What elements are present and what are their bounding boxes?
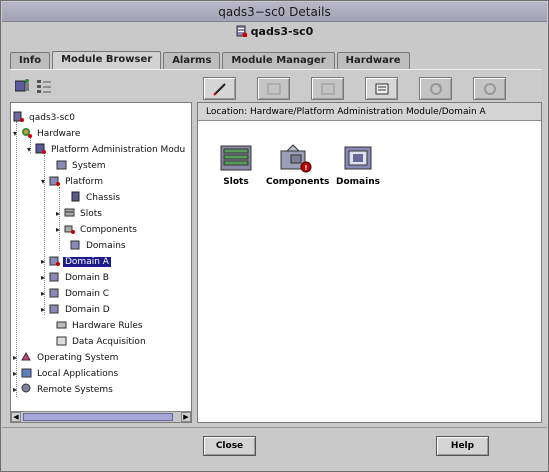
components-icon: ! xyxy=(279,143,313,173)
apps-icon xyxy=(21,367,32,378)
scroll-left-arrow-icon[interactable]: ◀ xyxy=(11,412,21,422)
tree-item-hardware-rules[interactable]: Hardware Rules xyxy=(56,319,145,333)
domains-icon xyxy=(341,143,375,173)
toolbar-button-3[interactable] xyxy=(311,77,344,100)
domain-icon xyxy=(49,303,60,314)
tab-info[interactable]: Info xyxy=(10,52,51,69)
properties-button[interactable] xyxy=(365,77,398,100)
expand-icon[interactable]: ▾ xyxy=(13,127,21,141)
button-bar: Close Help xyxy=(2,427,547,471)
refresh-button[interactable] xyxy=(419,77,452,100)
properties-icon xyxy=(375,83,389,95)
details-window: qads3−sc0 Details qads3-sc0 Info Module … xyxy=(0,0,549,472)
module-tree[interactable]: qads3-sc0 ▾ Hardware ▾ Platform Administra… xyxy=(10,102,192,423)
reload-button[interactable] xyxy=(473,77,506,100)
slots-item[interactable]: Slots xyxy=(218,143,254,187)
tab-module-browser[interactable]: Module Browser xyxy=(52,51,162,69)
tree-item-domains[interactable]: Domains xyxy=(70,239,128,253)
collapse-icon[interactable]: ▸ xyxy=(41,303,49,317)
host-name: qads3-sc0 xyxy=(250,25,314,38)
tree-item-operating-system[interactable]: ▸ Operating System xyxy=(13,351,120,365)
host-icon xyxy=(13,111,24,122)
components-label: Components xyxy=(266,177,330,187)
window-title[interactable]: qads3−sc0 Details xyxy=(2,2,547,22)
reload-icon xyxy=(484,83,496,95)
collapse-icon[interactable]: ▸ xyxy=(41,255,49,269)
tree-item-pam[interactable]: ▾ Platform Administration Modu xyxy=(27,143,187,157)
domain-icon xyxy=(49,271,60,282)
tree-item-platform[interactable]: ▾ Platform xyxy=(41,175,105,189)
collapse-icon[interactable]: ▸ xyxy=(13,351,21,365)
server-icon xyxy=(236,24,248,38)
blank-icon xyxy=(321,83,335,95)
window-subtitle: qads3-sc0 xyxy=(2,22,547,42)
tree-horizontal-scrollbar[interactable]: ◀ ▶ xyxy=(11,411,191,422)
tree-item-slots[interactable]: ▸ Slots xyxy=(56,207,104,221)
slots-label: Slots xyxy=(223,177,249,187)
collapse-icon[interactable]: ▸ xyxy=(41,271,49,285)
chassis-icon xyxy=(70,191,81,202)
domain-icon xyxy=(49,255,60,266)
tree-item-local-apps[interactable]: ▸ Local Applications xyxy=(13,367,120,381)
collapse-icon[interactable]: ▸ xyxy=(13,383,21,397)
tree-item-domain-b[interactable]: ▸ Domain B xyxy=(41,271,111,285)
tree-item-components[interactable]: ▸ Components xyxy=(56,223,139,237)
collapse-icon[interactable]: ▸ xyxy=(13,367,21,381)
scroll-thumb[interactable] xyxy=(23,413,173,421)
domains-icon xyxy=(70,239,81,250)
tree-item-system[interactable]: System xyxy=(56,159,108,173)
expand-icon[interactable]: ▾ xyxy=(27,143,35,157)
platform-icon xyxy=(49,175,60,186)
collapse-icon[interactable]: ▸ xyxy=(56,207,64,221)
os-icon xyxy=(21,351,32,362)
data-icon xyxy=(56,335,67,346)
list-view-icon[interactable] xyxy=(37,79,53,96)
remote-icon xyxy=(21,383,32,394)
blank-icon xyxy=(267,83,281,95)
tree-item-domain-a[interactable]: ▸ Domain A xyxy=(41,255,111,269)
hardware-icon xyxy=(21,127,32,138)
slots-icon xyxy=(219,143,253,173)
collapse-icon[interactable]: ▸ xyxy=(41,287,49,301)
tree-item-domain-c[interactable]: ▸ Domain C xyxy=(41,287,111,301)
tree-item-domain-d[interactable]: ▸ Domain D xyxy=(41,303,112,317)
tab-bar: Info Module Browser Alarms Module Manage… xyxy=(10,51,412,69)
svg-text:!: ! xyxy=(304,164,307,172)
help-button[interactable]: Help xyxy=(436,436,489,456)
tree-item-root[interactable]: qads3-sc0 xyxy=(13,111,77,125)
refresh-icon xyxy=(430,83,442,95)
folder-icon xyxy=(56,159,67,170)
edit-pencil-icon xyxy=(213,83,226,96)
location-bar: Location: Hardware/Platform Administrati… xyxy=(198,103,541,121)
toolbar-button-2[interactable] xyxy=(257,77,290,100)
tab-hardware[interactable]: Hardware xyxy=(336,52,410,69)
tree-item-remote-systems[interactable]: ▸ Remote Systems xyxy=(13,383,115,397)
edit-button[interactable] xyxy=(203,77,236,100)
tree-item-hardware[interactable]: ▾ Hardware xyxy=(13,127,82,141)
toolbar xyxy=(10,69,542,102)
close-button[interactable]: Close xyxy=(203,436,256,456)
content-pane: Location: Hardware/Platform Administrati… xyxy=(197,102,542,423)
tree-item-data-acquisition[interactable]: Data Acquisition xyxy=(56,335,148,349)
tab-module-manager[interactable]: Module Manager xyxy=(222,52,335,69)
slots-icon xyxy=(64,207,75,218)
domain-icon xyxy=(49,287,60,298)
domains-label: Domains xyxy=(336,177,380,187)
components-icon xyxy=(64,223,75,234)
rules-icon xyxy=(56,319,67,330)
components-item[interactable]: ! Components xyxy=(266,143,330,187)
tree-view-icon[interactable] xyxy=(14,79,31,96)
tree-item-chassis[interactable]: Chassis xyxy=(70,191,122,205)
scroll-right-arrow-icon[interactable]: ▶ xyxy=(181,412,191,422)
expand-icon[interactable]: ▾ xyxy=(41,175,49,189)
tab-alarms[interactable]: Alarms xyxy=(163,52,221,69)
domains-item[interactable]: Domains xyxy=(334,143,382,187)
collapse-icon[interactable]: ▸ xyxy=(56,223,64,237)
module-icon xyxy=(35,143,46,154)
